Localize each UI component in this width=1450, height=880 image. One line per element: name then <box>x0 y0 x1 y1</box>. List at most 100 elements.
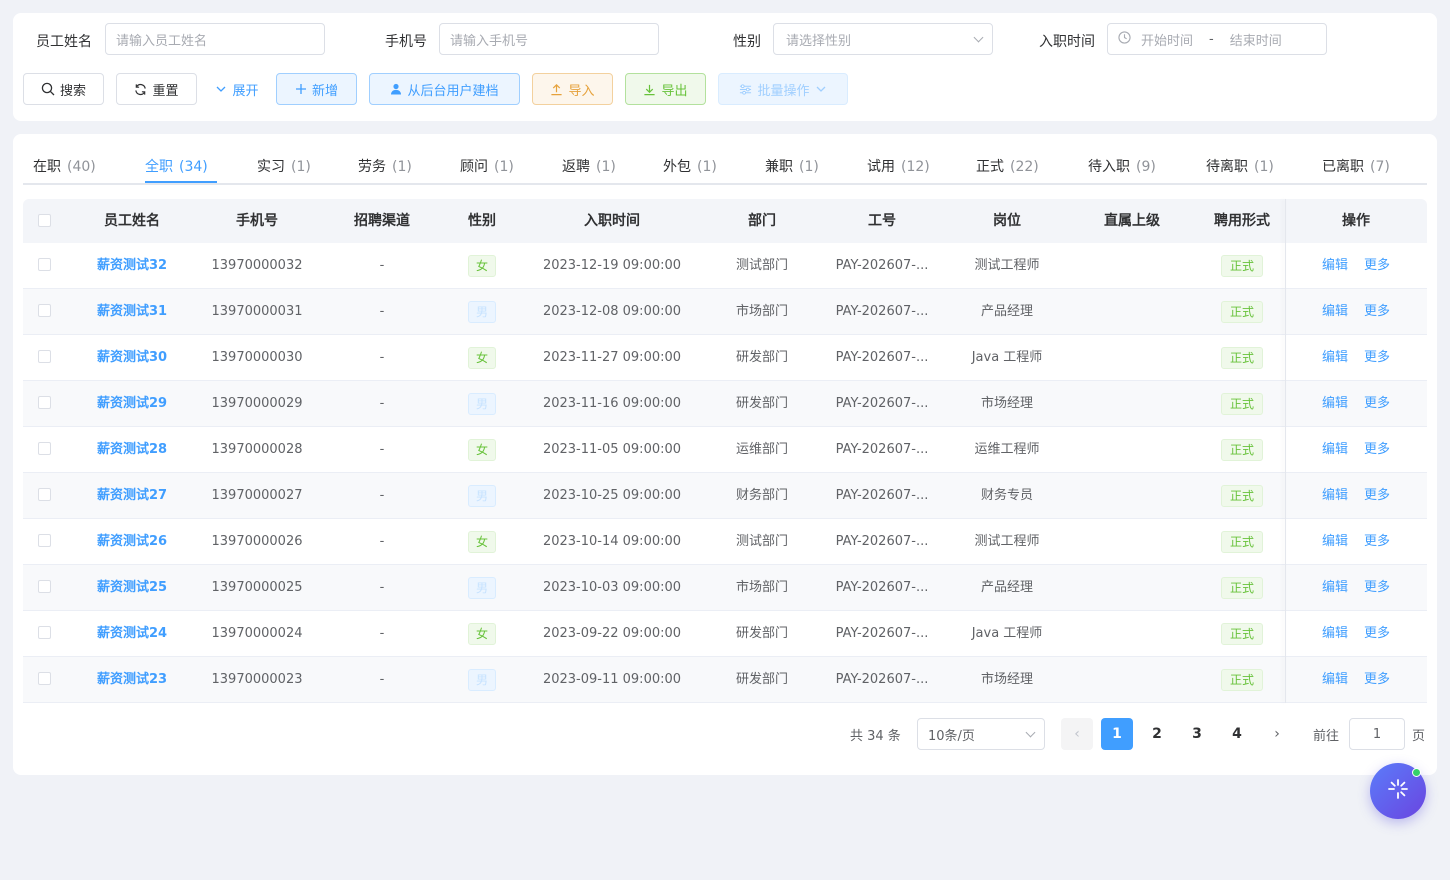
table-row: 薪资测试23 13970000023 - 男 2023-09-11 09:00:00 研发… <box>23 657 1427 703</box>
edit-link[interactable]: 编辑 <box>1322 488 1348 503</box>
phone-filter-input[interactable]: 请输入手机号 <box>439 23 659 55</box>
reset-button[interactable]: 重置 <box>116 73 197 105</box>
employee-name-link[interactable]: 薪资测试26 <box>97 519 167 565</box>
gender-select[interactable]: 请选择性别 <box>773 23 993 55</box>
tab-7[interactable]: 兼职 (1) <box>765 156 819 176</box>
create-from-backend-user-button[interactable]: 从后台用户建档 <box>369 73 520 105</box>
column-header: 直属上级 <box>1104 213 1160 229</box>
page-button[interactable]: 1 <box>1101 718 1133 750</box>
tab-11[interactable]: 待离职 (1) <box>1206 156 1274 176</box>
employee-id-cell: PAY-202607-... <box>835 304 929 319</box>
row-checkbox[interactable] <box>38 442 51 455</box>
position-cell: 运维工程师 <box>974 442 1040 457</box>
select-all-checkbox[interactable] <box>38 214 51 227</box>
edit-link[interactable]: 编辑 <box>1322 442 1348 457</box>
row-checkbox[interactable] <box>38 534 51 547</box>
edit-link[interactable]: 编辑 <box>1322 672 1348 687</box>
more-link[interactable]: 更多 <box>1364 580 1390 595</box>
goto-page-input[interactable]: 1 <box>1349 718 1405 750</box>
pagination-total: 共 34 条 <box>850 728 901 744</box>
import-button[interactable]: 导入 <box>532 73 613 105</box>
export-button[interactable]: 导出 <box>625 73 706 105</box>
recruit-channel-cell: - <box>379 626 385 641</box>
employee-list-panel: 在职 (40) 全职 (34) 实习 (1) 劳务 (1) 顾问 (1) 返聘 (1) 外包 (1) 兼职 (… <box>13 134 1437 775</box>
employee-name-link[interactable]: 薪资测试27 <box>97 473 167 519</box>
employee-name-link[interactable]: 薪资测试23 <box>97 657 167 703</box>
more-link[interactable]: 更多 <box>1364 258 1390 273</box>
recruit-channel-cell: - <box>379 488 385 503</box>
edit-link[interactable]: 编辑 <box>1322 350 1348 365</box>
more-link[interactable]: 更多 <box>1364 488 1390 503</box>
edit-link[interactable]: 编辑 <box>1322 626 1348 641</box>
edit-link[interactable]: 编辑 <box>1322 534 1348 549</box>
page-size-select[interactable]: 10条/页 <box>917 718 1045 750</box>
employee-name-link[interactable]: 薪资测试28 <box>97 427 167 473</box>
tab-10[interactable]: 待入职 (9) <box>1088 156 1156 176</box>
name-filter-input[interactable]: 请输入员工姓名 <box>105 23 325 55</box>
add-button[interactable]: 新增 <box>276 73 357 105</box>
edit-link[interactable]: 编辑 <box>1322 304 1348 319</box>
search-button[interactable]: 搜索 <box>23 73 104 105</box>
recruit-channel-cell: - <box>379 534 385 549</box>
table-row: 薪资测试28 13970000028 - 女 2023-11-05 09:00:00 运维… <box>23 427 1427 473</box>
row-checkbox[interactable] <box>38 672 51 685</box>
more-link[interactable]: 更多 <box>1364 626 1390 641</box>
tab-5[interactable]: 返聘 (1) <box>562 156 616 176</box>
assistant-fab-button[interactable] <box>1370 763 1426 819</box>
employee-name-link[interactable]: 薪资测试24 <box>97 611 167 657</box>
next-page-button[interactable]: › <box>1261 718 1293 750</box>
row-checkbox[interactable] <box>38 488 51 501</box>
tab-1[interactable]: 全职 (34) <box>145 156 208 176</box>
tab-4[interactable]: 顾问 (1) <box>460 156 514 176</box>
employee-name-link[interactable]: 薪资测试29 <box>97 381 167 427</box>
position-cell: 市场经理 <box>980 672 1034 687</box>
more-link[interactable]: 更多 <box>1364 442 1390 457</box>
tab-9[interactable]: 正式 (22) <box>976 156 1039 176</box>
more-link[interactable]: 更多 <box>1364 672 1390 687</box>
more-link[interactable]: 更多 <box>1364 534 1390 549</box>
employee-name-link[interactable]: 薪资测试31 <box>97 289 167 335</box>
tab-12[interactable]: 已离职 (7) <box>1322 156 1390 176</box>
gender-cell: 女 <box>467 611 497 657</box>
employee-name-link[interactable]: 薪资测试32 <box>97 243 167 289</box>
hire-date-range-picker[interactable]: 开始时间 - 结束时间 <box>1107 23 1327 55</box>
edit-link[interactable]: 编辑 <box>1322 258 1348 273</box>
tab-8[interactable]: 试用 (12) <box>867 156 930 176</box>
batch-actions-dropdown[interactable]: 批量操作 <box>718 73 848 105</box>
row-checkbox[interactable] <box>38 304 51 317</box>
row-actions: 编辑 更多 <box>1314 289 1398 335</box>
tab-2[interactable]: 实习 (1) <box>257 156 311 176</box>
search-icon <box>41 82 55 96</box>
row-checkbox[interactable] <box>38 258 51 271</box>
hire-date-start[interactable]: 开始时间 <box>1141 30 1193 49</box>
employee-name-link[interactable]: 薪资测试25 <box>97 565 167 611</box>
row-checkbox[interactable] <box>38 350 51 363</box>
row-checkbox[interactable] <box>38 580 51 593</box>
employee-name-link[interactable]: 薪资测试30 <box>97 335 167 381</box>
edit-link[interactable]: 编辑 <box>1322 580 1348 595</box>
reset-button-label: 重置 <box>152 83 179 99</box>
search-button-label: 搜索 <box>59 83 86 99</box>
employment-type-tag: 正式 <box>1220 484 1264 507</box>
prev-page-button[interactable]: ‹ <box>1061 718 1093 750</box>
more-link[interactable]: 更多 <box>1364 396 1390 411</box>
page-button[interactable]: 3 <box>1181 718 1213 750</box>
tab-0[interactable]: 在职 (40) <box>33 156 96 176</box>
tab-label: 试用 <box>867 159 895 175</box>
tab-6[interactable]: 外包 (1) <box>663 156 717 176</box>
more-link[interactable]: 更多 <box>1364 304 1390 319</box>
phone-cell: 13970000023 <box>211 672 303 687</box>
tab-label: 在职 <box>33 159 61 175</box>
department-cell: 财务部门 <box>735 488 789 503</box>
more-link[interactable]: 更多 <box>1364 350 1390 365</box>
row-checkbox[interactable] <box>38 626 51 639</box>
hire-date-end[interactable]: 结束时间 <box>1230 30 1282 49</box>
edit-link[interactable]: 编辑 <box>1322 396 1348 411</box>
phone-filter-placeholder: 请输入手机号 <box>450 33 529 49</box>
tab-3[interactable]: 劳务 (1) <box>358 156 412 176</box>
page-button[interactable]: 4 <box>1221 718 1253 750</box>
row-checkbox[interactable] <box>38 396 51 409</box>
page-button[interactable]: 2 <box>1141 718 1173 750</box>
expand-button[interactable]: 展开 <box>209 73 265 105</box>
position-cell: 测试工程师 <box>974 534 1040 549</box>
